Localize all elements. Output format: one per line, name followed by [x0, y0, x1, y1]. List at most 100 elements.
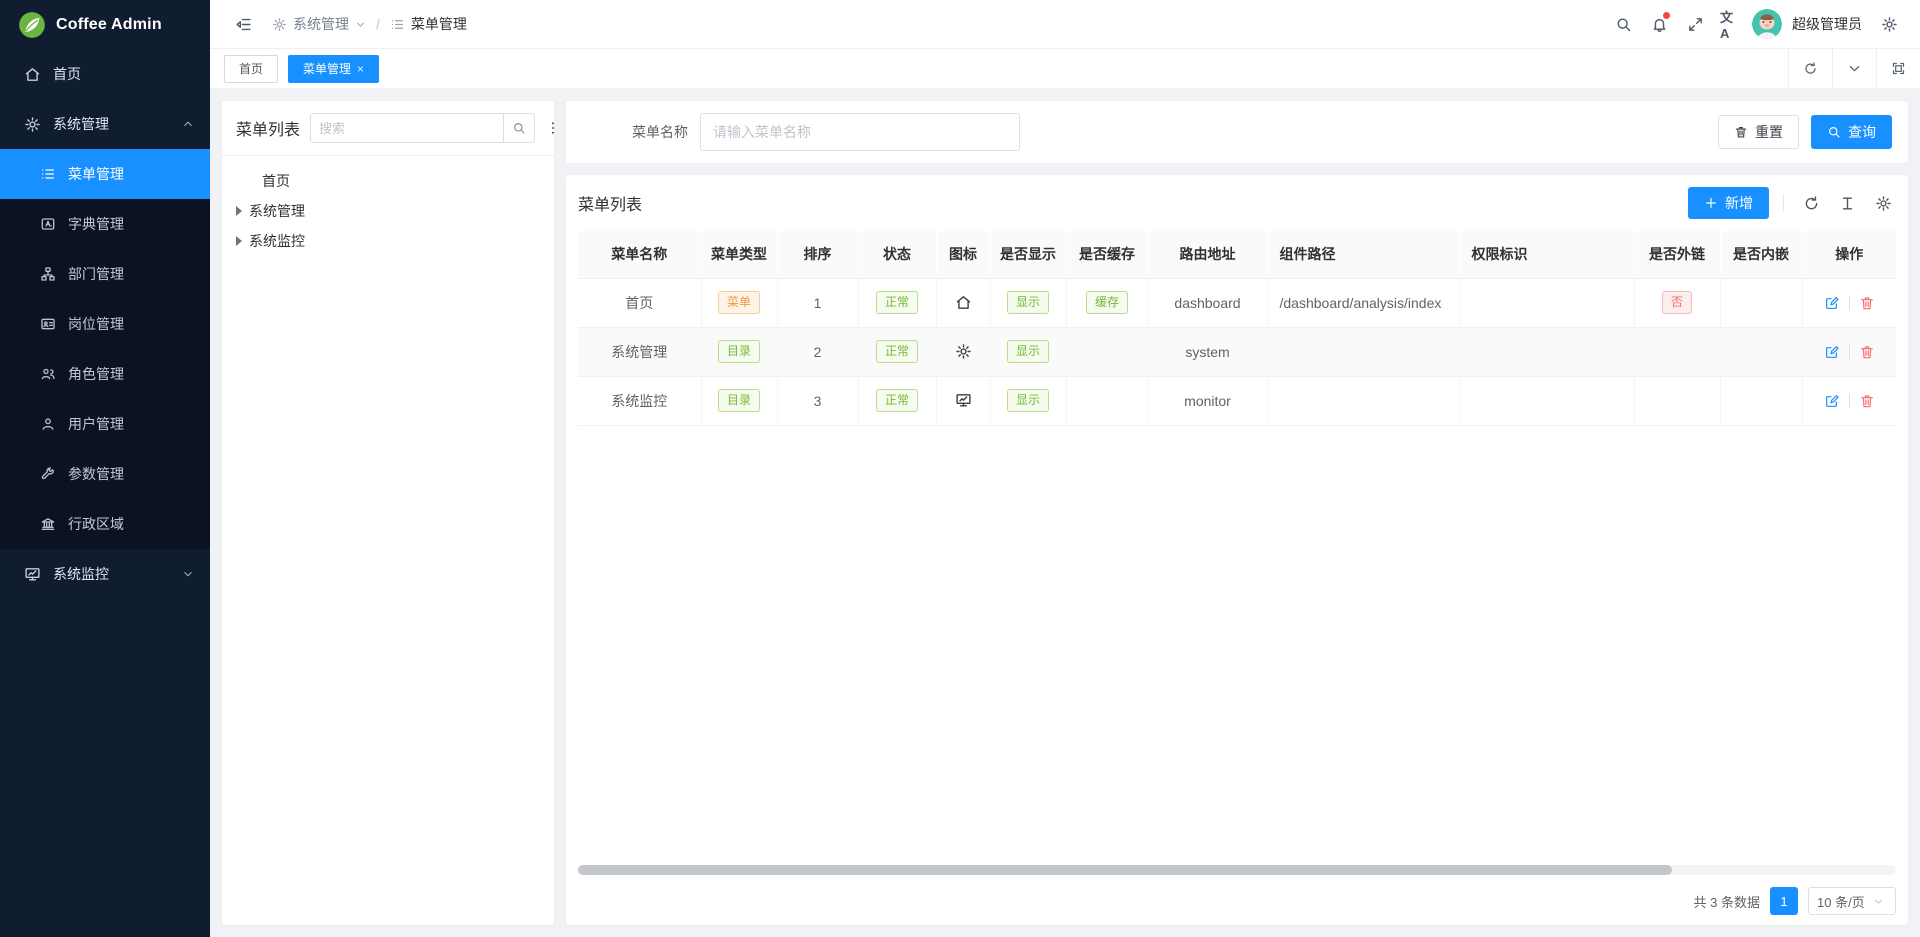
col-visible: 是否显示: [990, 231, 1066, 278]
tree-panel-header: 菜单列表: [222, 101, 554, 156]
maximize-icon: [1891, 61, 1906, 76]
tree-more-button[interactable]: [545, 120, 561, 136]
query-button[interactable]: 查询: [1811, 115, 1892, 149]
tree-search-input[interactable]: [310, 113, 503, 143]
trash-icon: [1859, 393, 1875, 409]
sidebar-item-menu-mgmt[interactable]: 菜单管理: [0, 149, 210, 199]
column-settings-button[interactable]: [1870, 190, 1896, 216]
sidebar-item-role-mgmt[interactable]: 角色管理: [0, 349, 210, 399]
cell-cache: [1066, 376, 1148, 425]
edit-button[interactable]: [1824, 344, 1840, 360]
sidebar-item-label: 岗位管理: [68, 314, 124, 334]
cell-route: dashboard: [1148, 278, 1267, 327]
table-container: 菜单名称 菜单类型 排序 状态 图标 是否显示 是否缓存 路由地址 组件路径 权…: [578, 231, 1896, 859]
cell-order: 2: [777, 327, 858, 376]
edit-icon: [1824, 393, 1840, 409]
chevron-down-icon: [1873, 896, 1884, 907]
tab-options-button[interactable]: [1832, 49, 1876, 89]
menu-tree-panel: 菜单列表 首页 系统管理: [222, 101, 554, 925]
card-actions: 新增: [1688, 187, 1896, 219]
sidebar-item-label: 系统管理: [53, 114, 109, 134]
sidebar-item-system-monitor[interactable]: 系统监控: [0, 549, 210, 599]
page-1-button[interactable]: 1: [1770, 887, 1798, 915]
sidebar-item-label: 首页: [53, 64, 81, 84]
collapse-sidebar-button[interactable]: [228, 9, 258, 39]
col-component: 组件路径: [1267, 231, 1459, 278]
close-tab-icon[interactable]: ×: [357, 63, 364, 75]
cell-component: /dashboard/analysis/index: [1267, 278, 1459, 327]
menu-table: 菜单名称 菜单类型 排序 状态 图标 是否显示 是否缓存 路由地址 组件路径 权…: [578, 231, 1896, 426]
cell-order: 3: [777, 376, 858, 425]
caret-right-icon[interactable]: [236, 236, 242, 246]
sidebar-item-post-mgmt[interactable]: 岗位管理: [0, 299, 210, 349]
reset-button[interactable]: 重置: [1718, 115, 1799, 149]
pagination: 共 3 条数据 1 10 条/页: [578, 877, 1896, 925]
sidebar-item-label: 系统监控: [53, 564, 109, 584]
tree-item-system-mgmt[interactable]: 系统管理: [228, 196, 548, 226]
cell-component: [1267, 327, 1459, 376]
tree-item-system-monitor[interactable]: 系统监控: [228, 226, 548, 256]
tree-item-home[interactable]: 首页: [228, 166, 548, 196]
settings-button[interactable]: [1874, 9, 1904, 39]
delete-button[interactable]: [1859, 344, 1875, 360]
tab-label: 首页: [239, 60, 263, 77]
maximize-content-button[interactable]: [1876, 49, 1920, 89]
tabbar-actions: [1788, 49, 1920, 89]
user-name[interactable]: 超级管理员: [1792, 14, 1862, 34]
refresh-table-button[interactable]: [1798, 190, 1824, 216]
edit-button[interactable]: [1824, 393, 1840, 409]
app-logo[interactable]: Coffee Admin: [0, 0, 210, 49]
add-label: 新增: [1725, 193, 1753, 213]
cache-badge: 缓存: [1086, 291, 1128, 314]
delete-button[interactable]: [1859, 295, 1875, 311]
col-route: 路由地址: [1148, 231, 1267, 278]
horizontal-scrollbar[interactable]: [578, 865, 1896, 875]
tab-home[interactable]: 首页: [224, 55, 278, 83]
notifications-button[interactable]: [1644, 9, 1674, 39]
tabbar: 首页 菜单管理 ×: [210, 49, 1920, 89]
avatar-image: [1752, 9, 1782, 39]
home-icon: [955, 294, 972, 311]
edit-button[interactable]: [1824, 295, 1840, 311]
sidebar-item-label: 部门管理: [68, 264, 124, 284]
menu-name-input[interactable]: [700, 113, 1020, 151]
sidebar-item-system-mgmt[interactable]: 系统管理: [0, 99, 210, 149]
row-height-button[interactable]: [1834, 190, 1860, 216]
sidebar-item-user-mgmt[interactable]: 用户管理: [0, 399, 210, 449]
right-column: 菜单名称 重置 查询 菜单列表: [566, 101, 1908, 925]
cell-embedded: [1720, 327, 1802, 376]
delete-button[interactable]: [1859, 393, 1875, 409]
breadcrumb-parent[interactable]: 系统管理: [293, 14, 349, 34]
sidebar-item-home[interactable]: 首页: [0, 49, 210, 99]
sidebar-item-dept-mgmt[interactable]: 部门管理: [0, 249, 210, 299]
sidebar-item-admin-region[interactable]: 行政区域: [0, 499, 210, 549]
sidebar-nav: 首页 系统管理 菜单管理 字典管理 部门管理 岗位管理: [0, 49, 210, 599]
add-button[interactable]: 新增: [1688, 187, 1769, 219]
vertical-dots-icon: [545, 120, 561, 136]
gear-icon: [24, 116, 41, 133]
caret-right-icon[interactable]: [236, 206, 242, 216]
page-size-select[interactable]: 10 条/页: [1808, 887, 1896, 915]
cell-permission: [1459, 327, 1634, 376]
sidebar-item-param-mgmt[interactable]: 参数管理: [0, 449, 210, 499]
search-button[interactable]: [1608, 9, 1638, 39]
breadcrumb-separator: /: [376, 16, 380, 32]
plus-icon: [1704, 196, 1718, 210]
sidebar-item-label: 字典管理: [68, 214, 124, 234]
gear-icon: [1875, 195, 1892, 212]
fullscreen-button[interactable]: [1680, 9, 1710, 39]
avatar[interactable]: [1752, 9, 1782, 39]
total-count: 共 3 条数据: [1694, 892, 1760, 911]
col-embedded: 是否内嵌: [1720, 231, 1802, 278]
scrollbar-thumb[interactable]: [578, 865, 1672, 875]
cell-route: system: [1148, 327, 1267, 376]
language-switch-button[interactable]: 文A: [1716, 9, 1746, 39]
refresh-page-button[interactable]: [1788, 49, 1832, 89]
sidebar-item-dict-mgmt[interactable]: 字典管理: [0, 199, 210, 249]
tab-menu-mgmt[interactable]: 菜单管理 ×: [288, 55, 379, 83]
tree-search-button[interactable]: [503, 113, 535, 143]
cell-permission: [1459, 376, 1634, 425]
col-permission: 权限标识: [1459, 231, 1634, 278]
trash-icon: [1859, 344, 1875, 360]
cell-component: [1267, 376, 1459, 425]
